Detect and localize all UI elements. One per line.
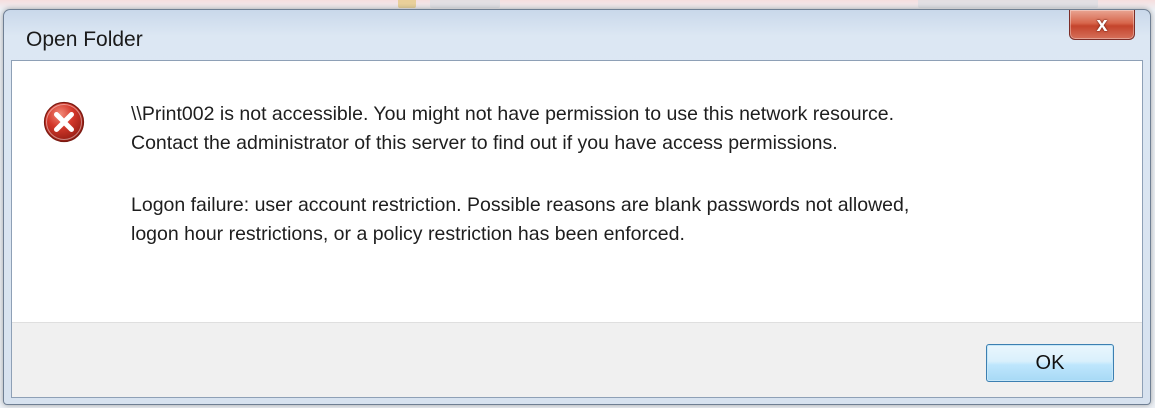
error-message-line: Contact the administrator of this server… <box>131 132 838 154</box>
error-detail-line: logon hour restrictions, or a policy res… <box>131 223 685 245</box>
message-area: \\Print002 is not accessible. You might … <box>12 61 1142 325</box>
title-bar[interactable]: Open Folder x <box>4 10 1150 58</box>
background-file-date <box>918 0 1098 8</box>
background-file-entry <box>430 0 500 8</box>
error-icon <box>43 101 85 143</box>
error-message: \\Print002 is not accessible. You might … <box>131 100 894 158</box>
open-folder-dialog: Open Folder x \\Print002 is not accessib… <box>3 9 1151 405</box>
dialog-title: Open Folder <box>26 28 143 51</box>
ok-button[interactable]: OK <box>986 344 1114 382</box>
close-icon: x <box>1096 13 1108 36</box>
error-detail: Logon failure: user account restriction.… <box>131 191 909 249</box>
dialog-client-area: \\Print002 is not accessible. You might … <box>11 60 1143 398</box>
button-bar: OK <box>12 322 1142 397</box>
folder-icon <box>398 0 416 8</box>
error-detail-line: Logon failure: user account restriction.… <box>131 194 910 216</box>
error-message-line: \\Print002 is not accessible. You might … <box>131 103 895 125</box>
close-button[interactable]: x <box>1069 10 1135 40</box>
